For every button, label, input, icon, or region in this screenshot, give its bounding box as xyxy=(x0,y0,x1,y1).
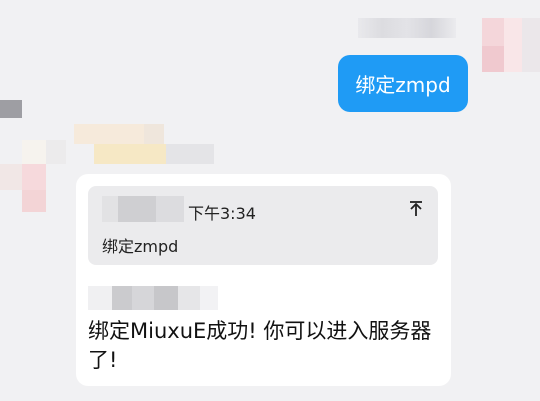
incoming-message-bubble[interactable]: 下午3:34 绑定zmpd 绑定MiuxuE成功! 你可以进入服务器了! xyxy=(76,174,451,386)
incoming-avatar-masked[interactable] xyxy=(0,100,66,212)
quoted-message-time: 下午3:34 xyxy=(188,204,256,223)
incoming-sender-name-masked xyxy=(74,124,214,164)
outgoing-avatar-masked[interactable] xyxy=(482,18,540,72)
collapse-arrow-icon[interactable] xyxy=(406,199,426,219)
quoted-message[interactable]: 下午3:34 绑定zmpd xyxy=(88,186,438,265)
outgoing-message-text: 绑定zmpd xyxy=(355,73,451,97)
reply-mention-masked xyxy=(88,286,218,310)
outgoing-message-bubble[interactable]: 绑定zmpd xyxy=(338,55,468,112)
quoted-message-text: 绑定zmpd xyxy=(102,237,179,256)
quoted-sender-name-masked xyxy=(102,196,184,222)
outgoing-sender-name-masked xyxy=(358,18,456,38)
incoming-message-text: 绑定MiuxuE成功! 你可以进入服务器了! xyxy=(88,319,432,372)
